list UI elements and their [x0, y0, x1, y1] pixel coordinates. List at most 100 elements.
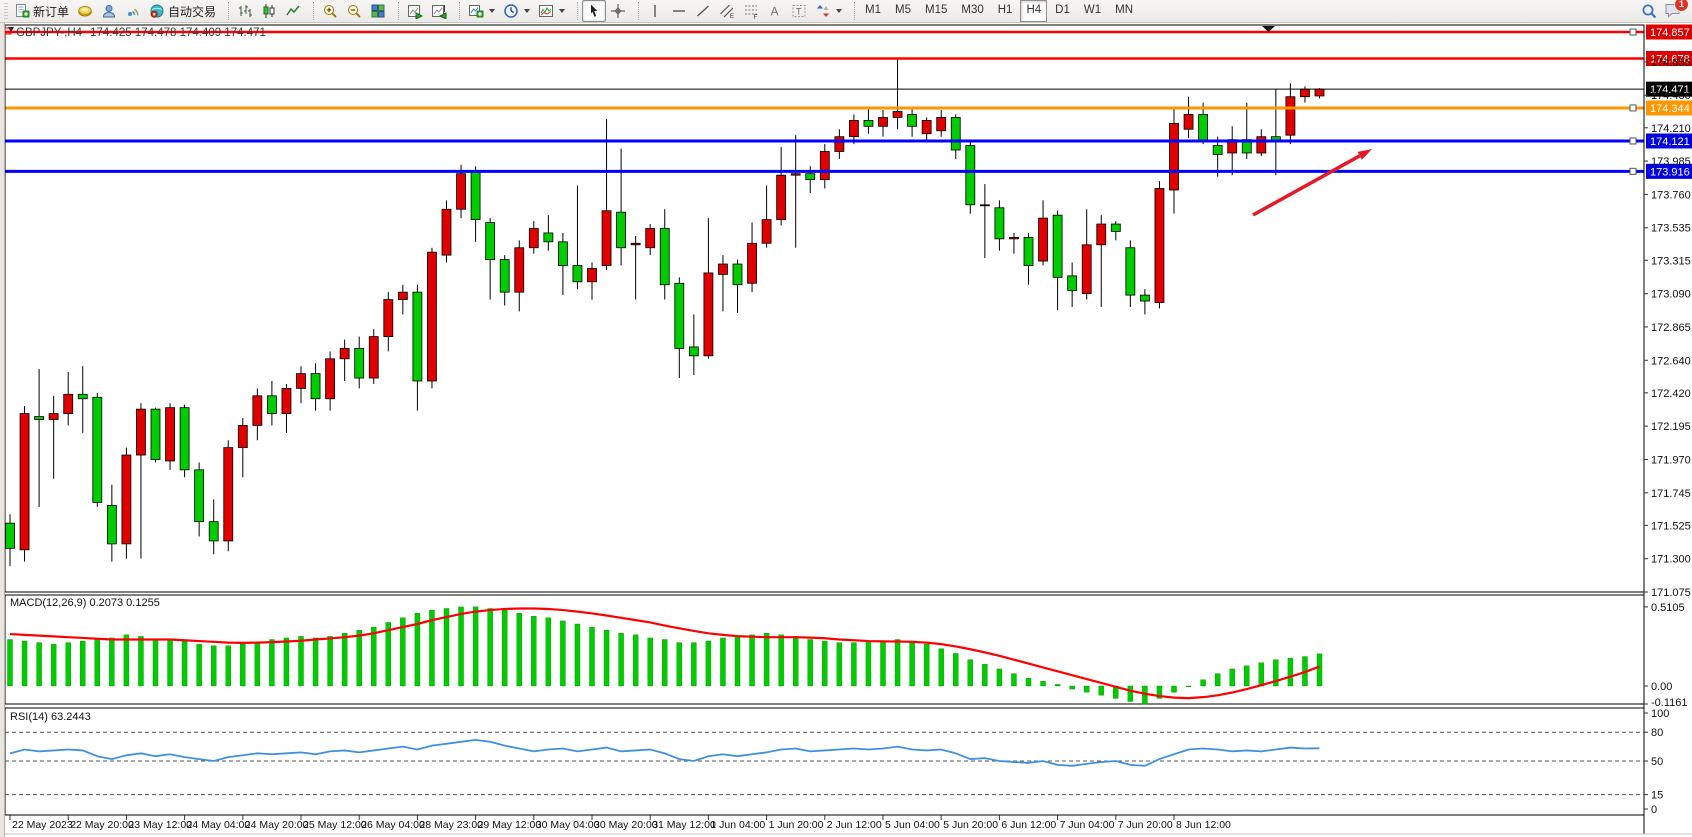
- candlestick-chart-button[interactable]: [257, 0, 281, 22]
- macd-bar: [939, 649, 944, 686]
- gold-coin-button[interactable]: [73, 0, 97, 22]
- timeframe-m1[interactable]: M1: [859, 0, 887, 22]
- rsi-line[interactable]: [10, 740, 1320, 766]
- date-label: 7 Jun 04:00: [1060, 819, 1115, 831]
- notification-badge: 1: [1674, 0, 1689, 12]
- rsi-axis-label: 80: [1651, 727, 1663, 739]
- timeframe-mn[interactable]: MN: [1109, 0, 1139, 22]
- macd-bar: [328, 636, 333, 686]
- line-handle[interactable]: [1630, 168, 1636, 174]
- macd-label: MACD(12,26,9) 0.2073 0.1255: [10, 597, 160, 609]
- price-tick: 173.090: [1651, 289, 1691, 301]
- candle: [748, 243, 757, 283]
- macd-bar: [502, 610, 507, 686]
- macd-bar: [691, 643, 696, 686]
- candle: [35, 417, 44, 420]
- search-icon[interactable]: [1641, 3, 1658, 20]
- auto-scroll-button[interactable]: [403, 0, 427, 22]
- toolbar-grip[interactable]: [4, 3, 8, 19]
- macd-bar: [604, 630, 609, 686]
- date-label: 28 May 23:00: [419, 819, 483, 831]
- candle: [1039, 218, 1048, 261]
- text-label-button[interactable]: T: [787, 0, 811, 22]
- candle: [1009, 237, 1018, 238]
- macd-bar: [1041, 681, 1046, 686]
- macd-bar: [473, 607, 478, 686]
- macd-bar: [299, 636, 304, 686]
- new-order-button[interactable]: 新订单: [10, 0, 73, 22]
- macd-bar: [488, 609, 493, 687]
- periods-dropdown[interactable]: [499, 0, 534, 22]
- arrows-dropdown[interactable]: [811, 0, 846, 22]
- toolbar-separator: [221, 2, 229, 20]
- timeframe-h4[interactable]: H4: [1020, 0, 1047, 22]
- candle: [1184, 114, 1193, 129]
- macd-bar: [1288, 658, 1293, 686]
- autotrading-button[interactable]: 自动交易: [145, 0, 220, 22]
- date-label: 30 May 04:00: [536, 819, 600, 831]
- new-chart-dropdown[interactable]: [464, 0, 499, 22]
- candle: [398, 292, 407, 299]
- macd-bar: [284, 638, 289, 686]
- horizontal-line-button[interactable]: [667, 0, 691, 22]
- macd-bar: [1215, 674, 1220, 686]
- equidistant-channel-button[interactable]: E: [715, 0, 739, 22]
- price-axis[interactable]: 174.857174.678174.471174.344174.121173.9…: [1644, 25, 1692, 600]
- macd-bar: [560, 621, 565, 686]
- candle: [93, 397, 102, 502]
- timeframe-m30[interactable]: M30: [955, 0, 989, 22]
- chart-canvas[interactable]: 174.857174.678174.471174.344174.121173.9…: [0, 23, 1692, 837]
- date-label: 5 Jun 20:00: [943, 819, 998, 831]
- macd-bar: [808, 640, 813, 687]
- bar-chart-button[interactable]: [233, 0, 257, 22]
- trend-arrow[interactable]: [1253, 149, 1372, 215]
- chart-shift-button[interactable]: [427, 0, 451, 22]
- tile-windows-button[interactable]: [366, 0, 390, 22]
- toolbar-separator: [570, 2, 578, 20]
- dropdown-caret: [489, 9, 495, 13]
- candle: [1126, 248, 1135, 295]
- date-label: 6 Jun 12:00: [1001, 819, 1056, 831]
- candle: [282, 388, 291, 413]
- trend-arrow-line[interactable]: [1253, 156, 1360, 215]
- profile-button[interactable]: [97, 0, 121, 22]
- trendline-icon: [695, 3, 711, 19]
- price-label: 174.344: [1650, 103, 1690, 115]
- line-handle[interactable]: [1630, 138, 1636, 144]
- candle: [413, 292, 422, 381]
- macd-axis-label: 0.00: [1651, 681, 1672, 693]
- candle: [558, 242, 567, 266]
- line-handle[interactable]: [1630, 29, 1636, 35]
- macd-bar: [1172, 686, 1177, 692]
- window-left-edge[interactable]: [0, 23, 5, 837]
- text-button[interactable]: A: [763, 0, 787, 22]
- candle: [995, 208, 1004, 239]
- line-handle[interactable]: [1630, 105, 1636, 111]
- macd-bar: [342, 633, 347, 686]
- macd-bar: [211, 646, 216, 686]
- signals-button[interactable]: [121, 0, 145, 22]
- line-chart-button[interactable]: [281, 0, 305, 22]
- crosshair-button[interactable]: [606, 0, 630, 22]
- fibonacci-button[interactable]: F: [739, 0, 763, 22]
- candle: [136, 409, 145, 455]
- templates-dropdown[interactable]: [534, 0, 569, 22]
- date-axis[interactable]: 22 May 202322 May 20:0023 May 12:0024 Ma…: [10, 815, 1231, 831]
- date-label: 1 Jun 20:00: [769, 819, 824, 831]
- timeframe-m5[interactable]: M5: [889, 0, 917, 22]
- timeframe-m15[interactable]: M15: [919, 0, 953, 22]
- timeframe-h1[interactable]: H1: [992, 0, 1019, 22]
- timeframe-w1[interactable]: W1: [1078, 0, 1107, 22]
- cursor-button[interactable]: [582, 0, 606, 22]
- timeframe-d1[interactable]: D1: [1049, 0, 1076, 22]
- notifications-button[interactable]: 1: [1664, 2, 1682, 21]
- macd-bar: [1230, 669, 1235, 686]
- vertical-line-button[interactable]: [643, 0, 667, 22]
- date-label: 2 Jun 12:00: [827, 819, 882, 831]
- trendline-button[interactable]: [691, 0, 715, 22]
- templates-icon: [538, 3, 554, 19]
- zoom-in-button[interactable]: [318, 0, 342, 22]
- trend-arrow-head-icon[interactable]: [1358, 149, 1372, 160]
- toolbar-separator: [306, 2, 314, 20]
- zoom-out-button[interactable]: [342, 0, 366, 22]
